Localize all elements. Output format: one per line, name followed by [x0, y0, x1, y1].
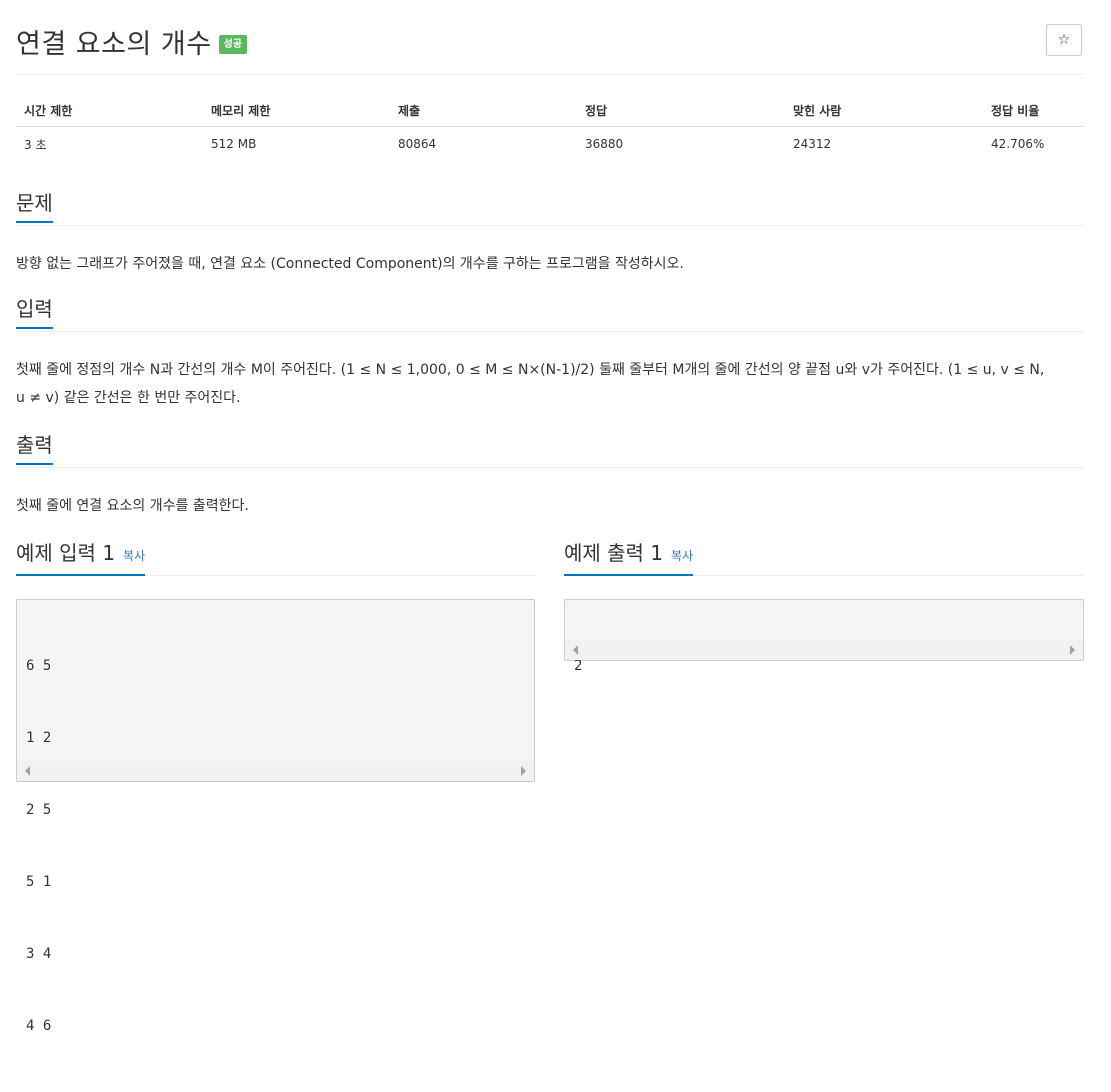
input-section: 입력 첫째 줄에 정점의 개수 N과 간선의 개수 M이 주어진다. (1 ≤ … — [16, 297, 1084, 412]
sample-output-title: 예제 출력 1 — [564, 541, 664, 565]
header-accept-ratio: 정답 비율 — [983, 94, 1084, 127]
value-accepted: 36880 — [585, 137, 624, 151]
info-header-row: 시간 제한 메모리 제한 제출 정답 맞힌 사람 정답 비율 — [16, 94, 1084, 127]
value-time-limit: 3 초 — [24, 137, 47, 152]
output-heading-bar: 출력 — [16, 433, 1084, 468]
scroll-right-arrow-icon[interactable] — [521, 766, 526, 776]
copy-sample-output-link[interactable]: 복사 — [671, 549, 693, 563]
output-heading: 출력 — [16, 433, 53, 465]
scroll-right-arrow-icon[interactable] — [1070, 645, 1075, 655]
input-heading-bar: 입력 — [16, 297, 1084, 332]
sample-input-line: 1 2 — [26, 730, 52, 746]
star-icon: ☆ — [1057, 32, 1071, 48]
info-value-row: 3 초 512 MB 80864 36880 24312 42.706% — [16, 127, 1084, 162]
sample-input-line: 3 4 — [26, 946, 52, 962]
favorite-button[interactable]: ☆ — [1046, 24, 1082, 56]
header-accepted: 정답 — [577, 94, 785, 127]
problem-info-table: 시간 제한 메모리 제한 제출 정답 맞힌 사람 정답 비율 3 초 512 M… — [16, 94, 1084, 161]
sample-output-scrollbar[interactable] — [565, 640, 1083, 660]
sample-input-content: 6 5 1 2 2 5 5 1 3 4 4 6 — [17, 600, 534, 1092]
value-solved-users: 24312 — [793, 137, 832, 151]
description-heading-bar: 문제 — [16, 191, 1084, 226]
value-accept-ratio: 42.706% — [991, 137, 1045, 151]
scroll-left-arrow-icon[interactable] — [25, 766, 30, 776]
input-heading: 입력 — [16, 297, 53, 329]
value-memory-limit: 512 MB — [211, 137, 257, 151]
description-heading: 문제 — [16, 191, 53, 223]
input-text-line-2: u ≠ v) 같은 간선은 한 번만 주어진다. — [16, 390, 241, 406]
sample-output-content: 2 — [565, 600, 1083, 732]
sample-input-line: 6 5 — [26, 658, 52, 674]
sample-output-heading: 예제 출력 1 복사 — [564, 541, 694, 576]
header-time-limit: 시간 제한 — [16, 94, 203, 127]
copy-sample-input-link[interactable]: 복사 — [123, 549, 145, 563]
sample-input-line: 5 1 — [26, 874, 52, 890]
problem-title: 연결 요소의 개수 — [16, 29, 212, 60]
input-description: 첫째 줄에 정점의 개수 N과 간선의 개수 M이 주어진다. (1 ≤ N ≤… — [16, 356, 1084, 412]
title-row: 연결 요소의 개수 성공 — [16, 22, 247, 61]
output-text: 첫째 줄에 연결 요소의 개수를 출력한다. — [16, 498, 249, 514]
scroll-left-arrow-icon[interactable] — [573, 645, 578, 655]
sample-input-scrollbar[interactable] — [17, 761, 534, 781]
sample-input-box[interactable]: 6 5 1 2 2 5 5 1 3 4 4 6 — [16, 599, 535, 1034]
output-section: 출력 첫째 줄에 연결 요소의 개수를 출력한다. — [16, 433, 1084, 520]
sample-output-box[interactable]: 2 — [564, 599, 1084, 674]
description-section: 문제 방향 없는 그래프가 주어졌을 때, 연결 요소 (Connected C… — [16, 191, 1084, 278]
sample-input-heading: 예제 입력 1 복사 — [16, 541, 146, 576]
header-solved-users: 맞힌 사람 — [785, 94, 983, 127]
header-memory-limit: 메모리 제한 — [203, 94, 390, 127]
value-submissions: 80864 — [398, 137, 437, 151]
sample-input-section: 예제 입력 1 복사 — [16, 541, 535, 576]
sample-input-title: 예제 입력 1 — [16, 541, 116, 565]
sample-input-line: 4 6 — [26, 1018, 52, 1034]
sample-input-heading-bar: 예제 입력 1 복사 — [16, 541, 535, 576]
problem-page: 연결 요소의 개수 성공 ☆ 시간 제한 메모리 제한 제출 정답 맞힌 사람 … — [0, 0, 1111, 1034]
sample-input-line: 2 5 — [26, 802, 52, 818]
input-text-line-1: 첫째 줄에 정점의 개수 N과 간선의 개수 M이 주어진다. (1 ≤ N ≤… — [16, 362, 1045, 378]
sample-output-heading-bar: 예제 출력 1 복사 — [564, 541, 1084, 576]
description-text: 방향 없는 그래프가 주어졌을 때, 연결 요소 (Connected Comp… — [16, 256, 684, 272]
header-submissions: 제출 — [390, 94, 577, 127]
title-divider — [16, 74, 1084, 75]
sample-output-section: 예제 출력 1 복사 — [564, 541, 1084, 576]
status-badge: 성공 — [218, 34, 247, 54]
